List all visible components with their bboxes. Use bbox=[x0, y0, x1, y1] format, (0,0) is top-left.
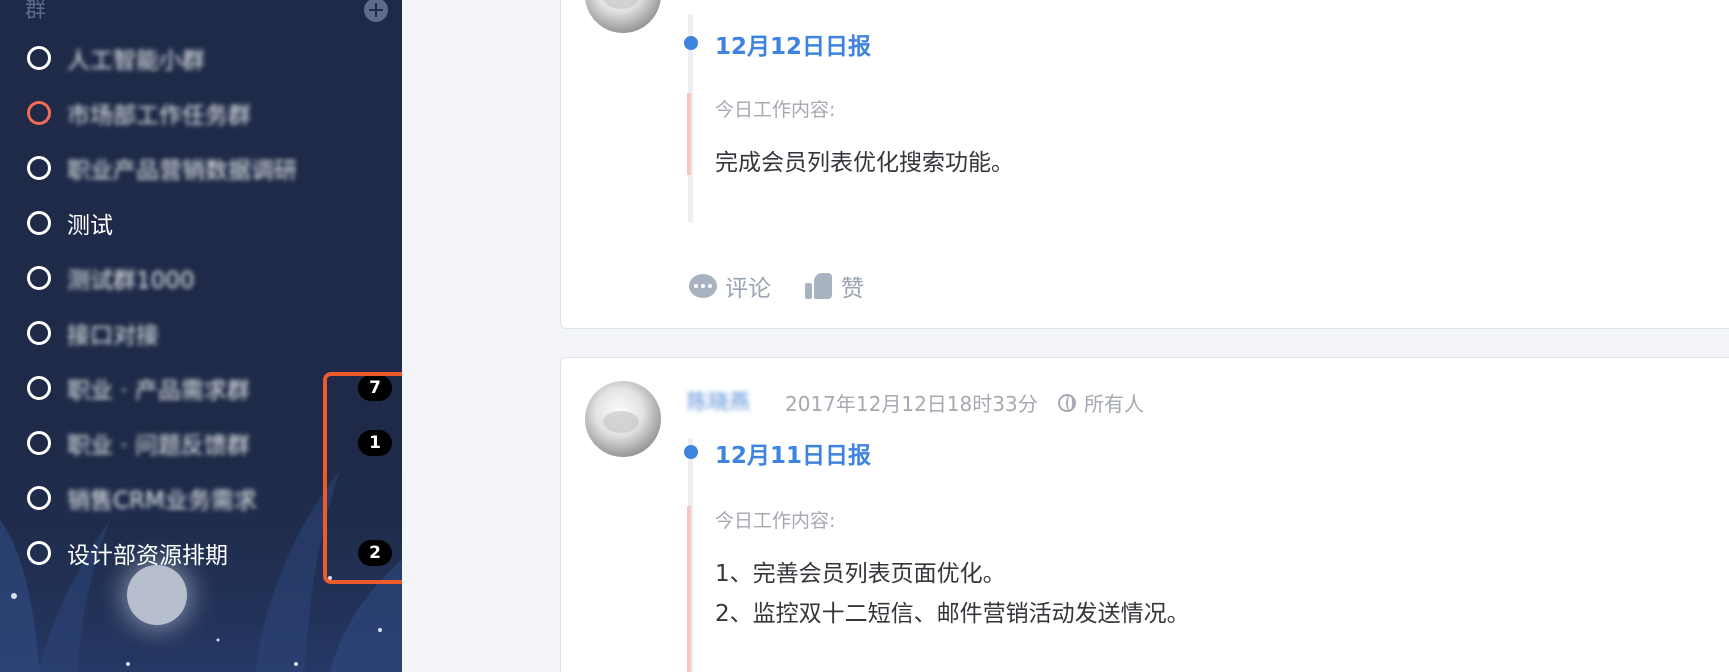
group-status-ring-icon bbox=[27, 45, 51, 70]
author-avatar[interactable] bbox=[585, 0, 661, 33]
group-item[interactable]: 市场部工作任务群 bbox=[0, 85, 402, 140]
report-title[interactable]: 12月12日日报 bbox=[715, 27, 871, 61]
work-content-line: 1、完善会员列表页面优化。 bbox=[715, 561, 1006, 587]
thumbs-up-icon bbox=[805, 273, 833, 299]
report-card: 12月12日日报 今日工作内容: 完成会员列表优化搜索功能。 评论 赞 bbox=[560, 0, 1729, 329]
comment-label: 评论 bbox=[725, 276, 771, 302]
group-label: 职业 · 产品需求群 bbox=[67, 377, 250, 404]
work-content-line: 完成会员列表优化搜索功能。 bbox=[715, 150, 1014, 176]
group-label: 接口对接 bbox=[67, 322, 159, 349]
group-label: 销售CRM业务需求 bbox=[67, 487, 257, 514]
comment-icon bbox=[689, 274, 717, 298]
content-quote-bar bbox=[687, 93, 691, 175]
group-label: 职业产品营销数据调研 bbox=[67, 157, 297, 184]
work-content-label: 今日工作内容: bbox=[715, 99, 836, 121]
group-label: 测试群1000 bbox=[67, 267, 195, 294]
group-label: 职业 · 问题反馈群 bbox=[67, 432, 250, 459]
unread-badges-highlight-box bbox=[323, 372, 402, 584]
group-status-ring-icon bbox=[27, 265, 51, 290]
group-status-ring-icon bbox=[27, 375, 51, 400]
group-status-ring-icon bbox=[27, 100, 51, 125]
group-item[interactable]: 人工智能小群 bbox=[0, 30, 402, 85]
group-status-ring-icon bbox=[27, 485, 51, 510]
group-label: 设计部资源排期 bbox=[67, 542, 228, 569]
group-item[interactable]: 测试 bbox=[0, 195, 402, 250]
group-status-ring-icon bbox=[27, 210, 51, 235]
group-status-ring-icon bbox=[27, 320, 51, 345]
content-quote-bar bbox=[687, 506, 691, 672]
groups-section-title: 群 bbox=[25, 0, 46, 22]
report-feed: 12月12日日报 今日工作内容: 完成会员列表优化搜索功能。 评论 赞 陈晓燕 … bbox=[402, 0, 1729, 672]
group-label: 人工智能小群 bbox=[67, 47, 205, 74]
report-card: 陈晓燕 2017年12月12日18时33分 所有人 12月11日日报 今日工作内… bbox=[560, 357, 1729, 672]
post-audience[interactable]: 所有人 bbox=[1084, 388, 1144, 417]
report-title[interactable]: 12月11日日报 bbox=[715, 436, 871, 470]
like-button[interactable]: 赞 bbox=[805, 269, 864, 303]
add-group-icon[interactable] bbox=[364, 0, 388, 22]
globe-icon bbox=[1058, 394, 1076, 412]
sidebar: 群 人工智能小群 市场部工作任务群 职业产品营销数据调研 测试 测试群1000 … bbox=[0, 0, 402, 672]
timeline-dot-icon bbox=[684, 445, 698, 459]
work-content-label: 今日工作内容: bbox=[715, 510, 836, 532]
group-status-ring-icon bbox=[27, 430, 51, 455]
groups-section-header: 群 bbox=[25, 0, 388, 24]
group-item[interactable]: 职业产品营销数据调研 bbox=[0, 140, 402, 195]
group-item[interactable]: 测试群1000 bbox=[0, 250, 402, 305]
author-avatar[interactable] bbox=[585, 381, 661, 457]
post-timestamp: 2017年12月12日18时33分 bbox=[785, 392, 1038, 416]
group-status-ring-icon bbox=[27, 155, 51, 180]
group-item[interactable]: 接口对接 bbox=[0, 305, 402, 360]
author-name[interactable]: 陈晓燕 bbox=[687, 386, 750, 416]
group-status-ring-icon bbox=[27, 540, 51, 565]
work-content-line: 2、监控双十二短信、邮件营销活动发送情况。 bbox=[715, 601, 1190, 627]
comment-button[interactable]: 评论 bbox=[689, 269, 771, 303]
group-label: 市场部工作任务群 bbox=[67, 102, 251, 129]
group-label: 测试 bbox=[67, 212, 113, 239]
timeline-dot-icon bbox=[684, 36, 698, 50]
like-label: 赞 bbox=[841, 276, 864, 302]
